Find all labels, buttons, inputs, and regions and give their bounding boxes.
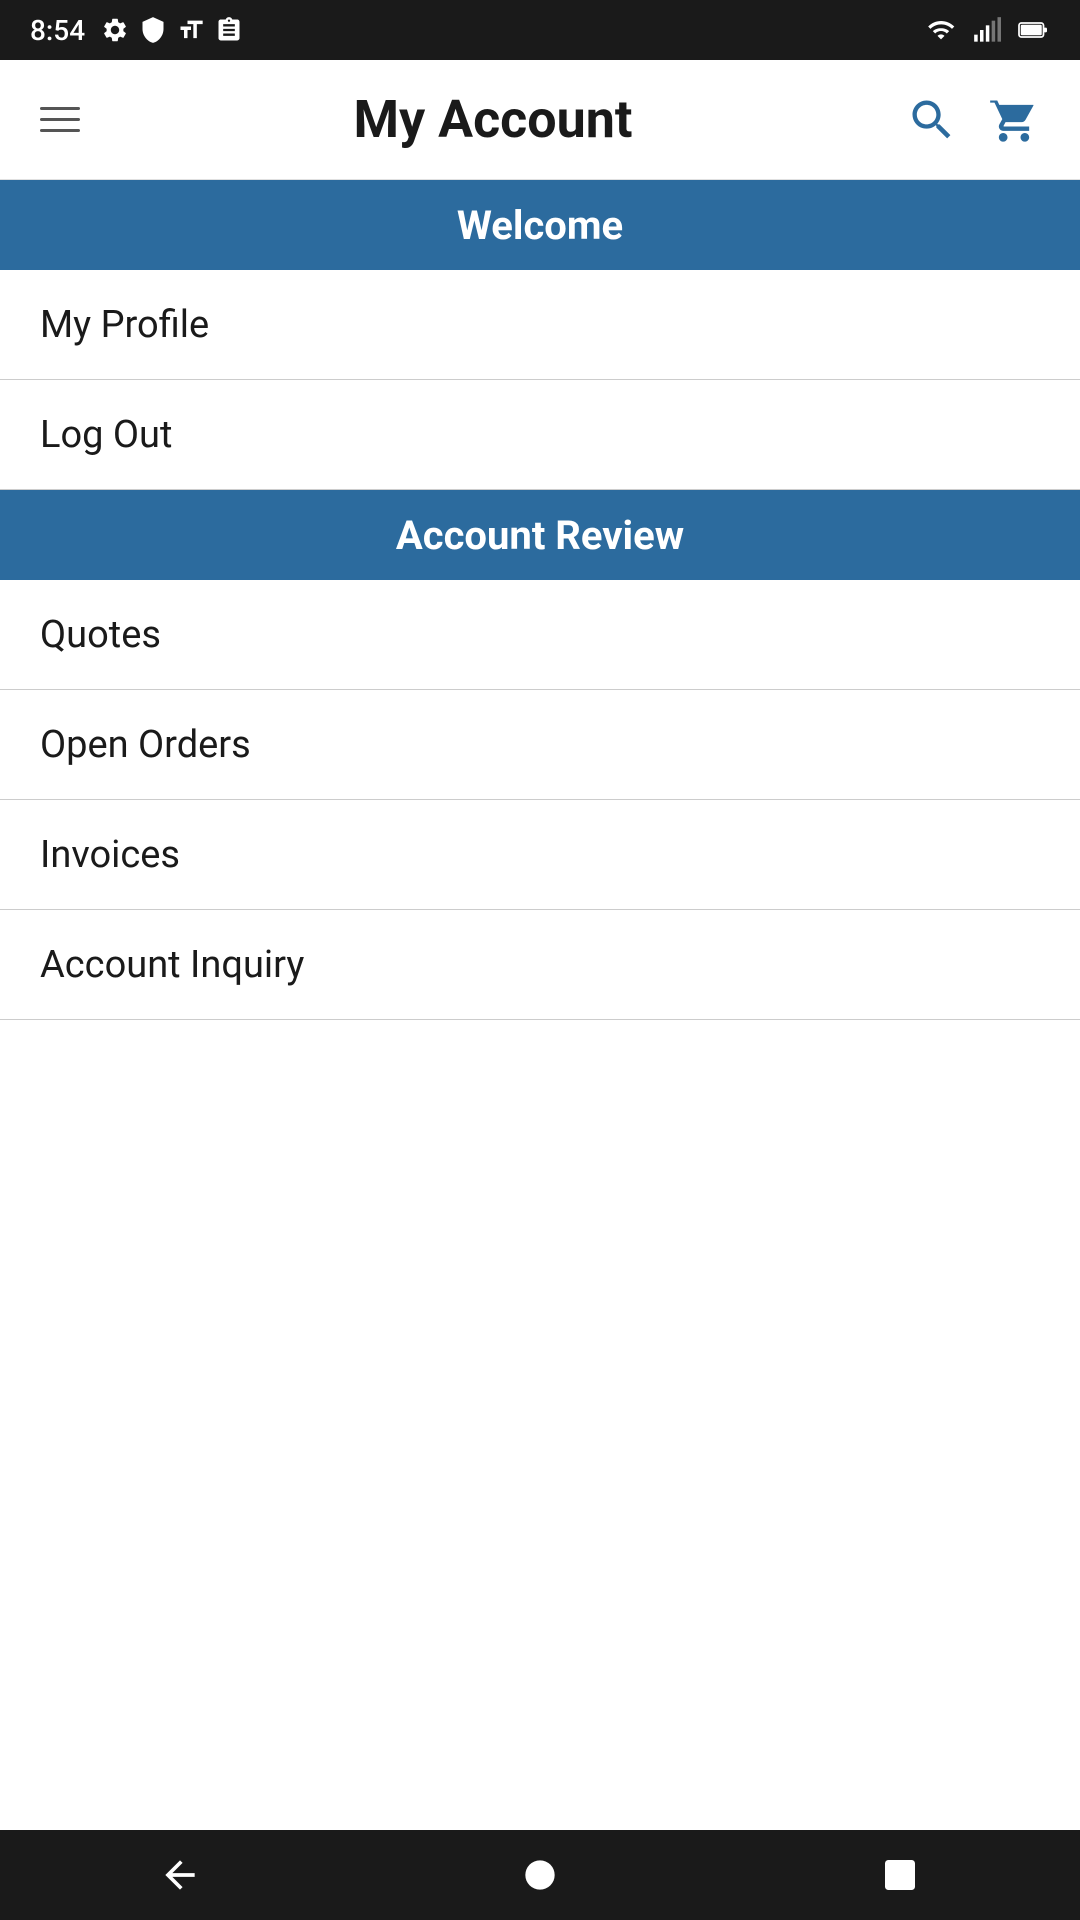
hamburger-menu-button[interactable] [40, 107, 80, 132]
signal-icon [972, 16, 1002, 44]
open-orders-label: Open Orders [40, 723, 251, 767]
back-icon [158, 1853, 202, 1897]
recents-button[interactable] [860, 1835, 940, 1915]
account-inquiry-label: Account Inquiry [40, 943, 304, 987]
account-inquiry-item[interactable]: Account Inquiry [0, 910, 1080, 1020]
bottom-nav [0, 1830, 1080, 1920]
recents-icon [880, 1855, 920, 1895]
shield-icon [139, 16, 167, 44]
account-review-header-text: Account Review [396, 512, 684, 559]
settings-icon [101, 16, 129, 44]
log-out-item[interactable]: Log Out [0, 380, 1080, 490]
status-bar-right [924, 16, 1050, 44]
search-icon[interactable] [906, 94, 958, 146]
home-button[interactable] [500, 1835, 580, 1915]
home-icon [518, 1853, 562, 1897]
welcome-section-header: Welcome [0, 180, 1080, 270]
wifi-icon [924, 16, 958, 44]
battery-icon [1016, 16, 1050, 44]
quotes-label: Quotes [40, 613, 161, 657]
welcome-header-text: Welcome [457, 202, 623, 249]
my-profile-item[interactable]: My Profile [0, 270, 1080, 380]
content-area: Welcome My Profile Log Out Account Revie… [0, 180, 1080, 1020]
clipboard-icon [215, 16, 243, 44]
back-button[interactable] [140, 1835, 220, 1915]
status-time: 8:54 [30, 14, 85, 47]
account-review-section-header: Account Review [0, 490, 1080, 580]
invoices-item[interactable]: Invoices [0, 800, 1080, 910]
cart-icon[interactable] [988, 94, 1040, 146]
my-profile-label: My Profile [40, 303, 209, 347]
nav-bar: My Account [0, 60, 1080, 180]
quotes-item[interactable]: Quotes [0, 580, 1080, 690]
status-bar-left: 8:54 [30, 14, 243, 47]
status-icons [101, 16, 243, 44]
open-orders-item[interactable]: Open Orders [0, 690, 1080, 800]
log-out-label: Log Out [40, 413, 172, 457]
status-bar: 8:54 [0, 0, 1080, 60]
nav-actions [906, 94, 1040, 146]
page-title: My Account [354, 89, 633, 150]
font-icon [177, 16, 205, 44]
invoices-label: Invoices [40, 833, 180, 877]
